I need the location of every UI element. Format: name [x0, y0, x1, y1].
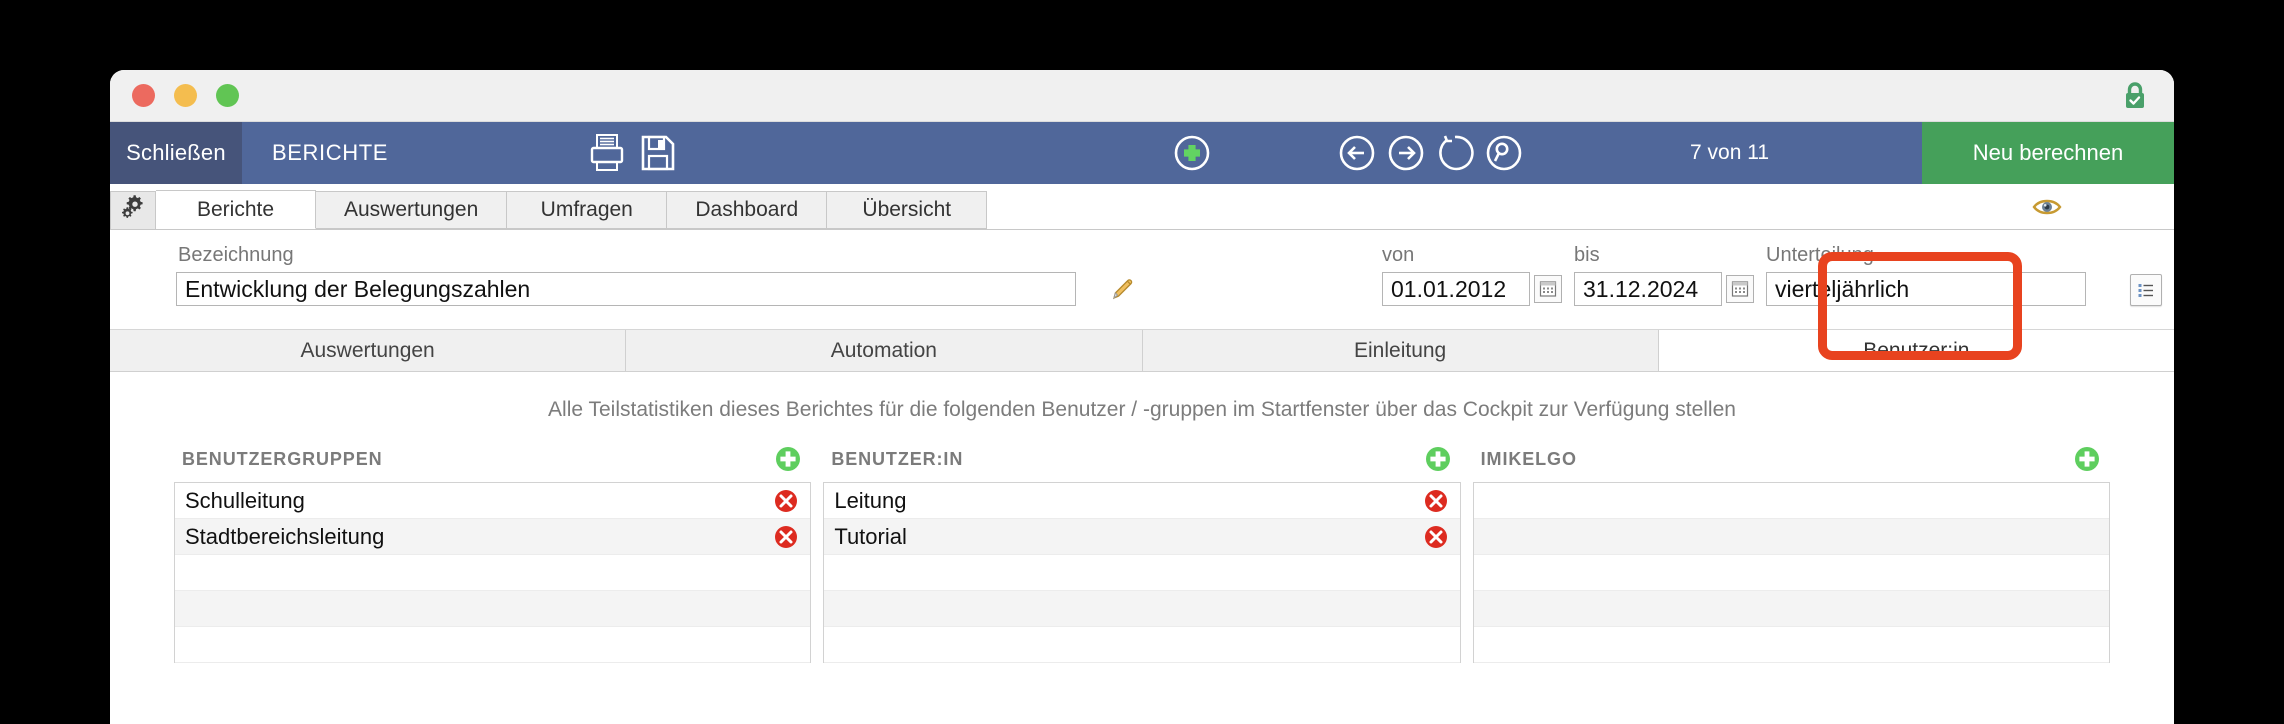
list-options-icon[interactable] — [2130, 274, 2162, 306]
list-item[interactable]: Leitung — [824, 483, 1460, 519]
inner-tab-benutzer[interactable]: Benutzer:in — [1658, 330, 2174, 371]
tab-umfragen[interactable]: Umfragen — [507, 191, 668, 229]
calendar-picker-icon[interactable] — [1534, 275, 1562, 303]
plus-circle-green-icon[interactable] — [1425, 446, 1457, 472]
report-section-tabs: Auswertungen Automation Einleitung Benut… — [110, 330, 2174, 372]
list-item-empty[interactable] — [824, 555, 1460, 591]
list-item-empty[interactable] — [824, 627, 1460, 663]
window-traffic-lights — [128, 84, 239, 107]
list-item-empty[interactable] — [1473, 519, 2109, 555]
tab-auswertungen[interactable]: Auswertungen — [316, 191, 508, 229]
inner-tab-einleitung[interactable]: Einleitung — [1142, 330, 1659, 371]
window-titlebar — [110, 70, 2174, 122]
tab-uebersicht[interactable]: Übersicht — [827, 191, 988, 229]
list-item-empty[interactable] — [1473, 591, 2109, 627]
plus-circle-green-icon[interactable] — [2074, 446, 2106, 472]
inner-tab-auswertungen[interactable]: Auswertungen — [110, 330, 627, 371]
window-maximize-button[interactable] — [216, 84, 239, 107]
main-toolbar: Schließen BERICHTE 7 von 11 Neu berechne… — [110, 122, 2174, 184]
toolbar-document-actions — [588, 133, 676, 173]
delete-circle-red-icon[interactable] — [774, 525, 798, 549]
list-benutzerin: Leitung Tutorial — [823, 482, 1461, 663]
tab-berichte[interactable]: Berichte — [156, 190, 316, 229]
plus-circle-icon[interactable] — [1173, 134, 1211, 172]
recalculate-button[interactable]: Neu berechnen — [1922, 122, 2174, 184]
list-item-label: Tutorial — [834, 523, 907, 549]
section-title: BERICHTE — [272, 140, 389, 165]
inner-tab-automation[interactable]: Automation — [626, 330, 1143, 371]
bis-date-input[interactable]: 31.12.2024 — [1574, 272, 1722, 306]
arrow-left-circle-icon[interactable] — [1338, 134, 1376, 172]
list-item[interactable]: Tutorial — [824, 519, 1460, 555]
bezeichnung-label: Bezeichnung — [178, 244, 294, 266]
floppy-save-icon[interactable] — [640, 134, 676, 172]
plus-circle-green-icon[interactable] — [775, 446, 807, 472]
von-date-input[interactable]: 01.01.2012 — [1382, 272, 1530, 306]
section-description: Alle Teilstatistiken dieses Berichtes fü… — [548, 398, 1736, 421]
list-imikelgo — [1472, 482, 2110, 663]
list-item-empty[interactable] — [1473, 555, 2109, 591]
settings-gear-button[interactable] — [110, 191, 156, 229]
list-item[interactable]: Stadtbereichsleitung — [175, 519, 811, 555]
user-assignment-columns: BENUTZERGRUPPEN Schulleitung Stadtbereic… — [110, 446, 2174, 663]
list-benutzergruppen: Schulleitung Stadtbereichsleitung — [174, 482, 812, 663]
column-title: BENUTZER:IN — [831, 448, 964, 469]
bis-label: bis — [1574, 244, 1600, 266]
pencil-edit-icon[interactable] — [1110, 276, 1136, 302]
column-title: IMIKELGO — [1480, 448, 1577, 469]
list-item[interactable]: Schulleitung — [175, 483, 811, 519]
column-header-imikelgo: IMIKELGO — [1473, 446, 2110, 482]
unterteilung-input[interactable]: vierteljährlich — [1766, 272, 2086, 306]
list-item-label: Schulleitung — [185, 487, 305, 513]
lock-secure-icon — [2122, 81, 2148, 111]
list-item-empty[interactable] — [824, 591, 1460, 627]
delete-circle-red-icon[interactable] — [1424, 489, 1448, 513]
tab-dashboard[interactable]: Dashboard — [667, 191, 828, 229]
bezeichnung-input[interactable]: Entwicklung der Belegungszahlen — [176, 272, 1076, 306]
refresh-circle-icon[interactable] — [1436, 134, 1474, 172]
column-header-benutzerin: BENUTZER:IN — [823, 446, 1460, 482]
gear-icon — [120, 195, 146, 226]
delete-circle-red-icon[interactable] — [1424, 525, 1448, 549]
column-imikelgo: IMIKELGO — [1472, 446, 2110, 663]
eye-icon[interactable] — [2032, 197, 2062, 217]
list-item-empty[interactable] — [175, 591, 811, 627]
module-tabstrip: Berichte Auswertungen Umfragen Dashboard… — [110, 184, 2174, 230]
search-circle-icon[interactable] — [1485, 134, 1523, 172]
list-item-empty[interactable] — [175, 627, 811, 663]
column-header-benutzergruppen: BENUTZERGRUPPEN — [174, 446, 811, 482]
unterteilung-label: Unterteilung — [1766, 244, 1874, 266]
column-benutzergruppen: BENUTZERGRUPPEN Schulleitung Stadtbereic… — [174, 446, 812, 663]
list-item-empty[interactable] — [1473, 483, 2109, 519]
von-label: von — [1382, 244, 1415, 266]
column-benutzerin: BENUTZER:IN Leitung Tutorial — [823, 446, 1461, 663]
list-item-empty[interactable] — [1473, 627, 2109, 663]
printer-icon[interactable] — [588, 133, 626, 173]
close-button[interactable]: Schließen — [110, 122, 242, 184]
record-navigation — [1338, 134, 1523, 172]
application-window: Schließen BERICHTE 7 von 11 Neu berechne… — [110, 70, 2174, 724]
calendar-picker-icon-2[interactable] — [1726, 275, 1754, 303]
report-form: Bezeichnung Entwicklung der Belegungszah… — [110, 230, 2174, 330]
list-item-empty[interactable] — [175, 555, 811, 591]
list-item-label: Stadtbereichsleitung — [185, 523, 385, 549]
list-item-label: Leitung — [834, 487, 907, 513]
window-close-button[interactable] — [132, 84, 155, 107]
record-counter: 7 von 11 — [1690, 141, 1770, 164]
arrow-right-circle-icon[interactable] — [1387, 134, 1425, 172]
window-minimize-button[interactable] — [174, 84, 197, 107]
column-title: BENUTZERGRUPPEN — [182, 448, 383, 469]
delete-circle-red-icon[interactable] — [774, 489, 798, 513]
